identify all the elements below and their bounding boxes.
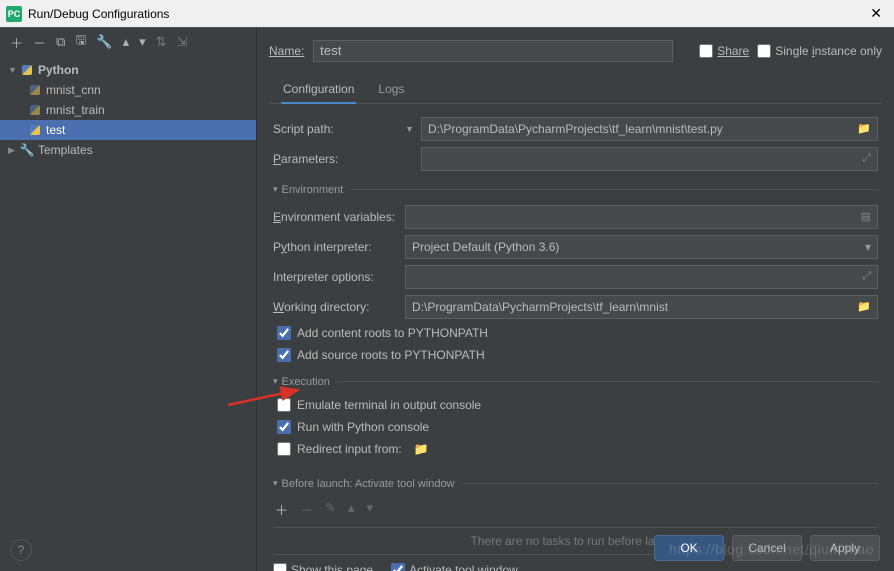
copy-icon[interactable]: ⧉ — [56, 34, 65, 50]
dialog-buttons: OK Cancel Apply — [654, 535, 880, 561]
tree-label: Templates — [38, 143, 93, 157]
redirect-input-checkbox[interactable] — [277, 442, 291, 456]
python-icon — [20, 63, 34, 77]
down-icon: ▾ — [366, 500, 373, 519]
tree-label: mnist_train — [46, 103, 105, 117]
chevron-down-icon: ▼ — [8, 65, 20, 75]
remove-icon: － — [300, 500, 313, 519]
activate-tool-window-checkbox[interactable]: Activate tool window — [391, 563, 518, 571]
tree-templates-node[interactable]: ▶ 🔧 Templates — [0, 140, 256, 160]
environment-section[interactable]: Environment — [273, 184, 878, 196]
up-icon: ▴ — [348, 500, 355, 519]
python-icon — [28, 83, 42, 97]
tree-item[interactable]: mnist_cnn — [0, 80, 256, 100]
wrench-icon: 🔧 — [20, 143, 34, 157]
interpreter-options-label: Interpreter options: — [273, 270, 405, 284]
window-title: Run/Debug Configurations — [28, 7, 864, 21]
working-dir-label: Working directory: — [273, 300, 405, 314]
ok-button[interactable]: OK — [654, 535, 724, 561]
tree-icon[interactable]: ⇅ — [156, 34, 167, 50]
execution-section[interactable]: Execution — [273, 376, 878, 388]
add-icon[interactable]: ＋ — [275, 500, 288, 519]
config-form: Script path: ▼ D:\ProgramData\PycharmPro… — [269, 104, 882, 571]
add-icon[interactable]: ＋ — [10, 33, 23, 52]
parameters-label: Parameters: — [273, 152, 405, 166]
app-icon: PC — [6, 6, 22, 22]
dropdown-icon[interactable]: ▼ — [405, 124, 415, 134]
python-icon — [28, 103, 42, 117]
config-tree: ▼ Python mnist_cnn mnist_train test ▶ 🔧 … — [0, 56, 256, 571]
list-icon[interactable]: ▤ — [861, 210, 871, 223]
tree-label: mnist_cnn — [46, 83, 101, 97]
folder-icon[interactable]: 📁 — [414, 442, 429, 456]
folder-icon[interactable]: 📁 — [857, 122, 871, 135]
tree-item[interactable]: mnist_train — [0, 100, 256, 120]
tree-python-node[interactable]: ▼ Python — [0, 60, 256, 80]
edit-icon: ✎ — [325, 500, 336, 519]
close-icon[interactable]: ✕ — [864, 5, 888, 22]
working-dir-field[interactable]: D:\ProgramData\PycharmProjects\tf_learn\… — [405, 295, 878, 319]
env-vars-label: Environment variables: — [273, 210, 405, 224]
save-icon[interactable]: 🖫 — [75, 31, 86, 53]
tab-logs[interactable]: Logs — [376, 76, 406, 103]
script-path-field[interactable]: D:\ProgramData\PycharmProjects\tf_learn\… — [421, 117, 878, 141]
cancel-button[interactable]: Cancel — [732, 535, 802, 561]
main-panel: Name: Share Single instance only Configu… — [257, 28, 894, 571]
share-checkbox[interactable]: Share — [699, 44, 749, 58]
chevron-right-icon: ▶ — [8, 145, 20, 156]
emulate-terminal-checkbox[interactable] — [277, 398, 291, 412]
folder-icon[interactable]: 📁 — [857, 300, 871, 313]
apply-button[interactable]: Apply — [810, 535, 880, 561]
name-input[interactable] — [313, 40, 673, 62]
tree-label: Python — [38, 63, 79, 77]
interpreter-options-field[interactable]: ⤢ — [405, 265, 878, 289]
python-icon — [28, 123, 42, 137]
down-icon[interactable]: ▾ — [139, 34, 146, 50]
show-this-page-checkbox[interactable]: Show this page — [273, 563, 373, 571]
add-content-roots-checkbox[interactable] — [277, 326, 291, 340]
expand-icon[interactable]: ⤢ — [862, 152, 871, 165]
tree-item-selected[interactable]: test — [0, 120, 256, 140]
python-interpreter-label: Python interpreter: — [273, 240, 405, 254]
redirect-input-field[interactable]: 📁 — [414, 442, 878, 456]
python-interpreter-select[interactable]: Project Default (Python 3.6) — [405, 235, 878, 259]
wrench-icon[interactable]: 🔧 — [96, 34, 112, 50]
tab-configuration[interactable]: Configuration — [281, 76, 356, 104]
single-instance-checkbox[interactable]: Single instance only — [757, 44, 882, 58]
name-label: Name: — [269, 44, 305, 58]
env-vars-field[interactable]: ▤ — [405, 205, 878, 229]
titlebar: PC Run/Debug Configurations ✕ — [0, 0, 894, 28]
sidebar: ＋ － ⧉ 🖫 🔧 ▴ ▾ ⇅ ⇲ ▼ Python mnist_cnn mni… — [0, 28, 257, 571]
parameters-field[interactable]: ⤢ — [421, 147, 878, 171]
before-launch-toolbar: ＋ － ✎ ▴ ▾ — [273, 496, 878, 523]
add-source-roots-checkbox[interactable] — [277, 348, 291, 362]
sidebar-toolbar: ＋ － ⧉ 🖫 🔧 ▴ ▾ ⇅ ⇲ — [0, 28, 256, 56]
run-python-console-checkbox[interactable] — [277, 420, 291, 434]
collapse-icon[interactable]: ⇲ — [177, 34, 188, 50]
help-button[interactable]: ? — [10, 539, 32, 561]
script-path-label: Script path: — [273, 122, 405, 136]
before-launch-section[interactable]: Before launch: Activate tool window — [273, 478, 878, 490]
expand-icon[interactable]: ⤢ — [862, 270, 871, 283]
remove-icon[interactable]: － — [33, 33, 46, 52]
tabs: Configuration Logs — [269, 76, 882, 104]
tree-label: test — [46, 123, 65, 137]
up-icon[interactable]: ▴ — [123, 34, 130, 50]
